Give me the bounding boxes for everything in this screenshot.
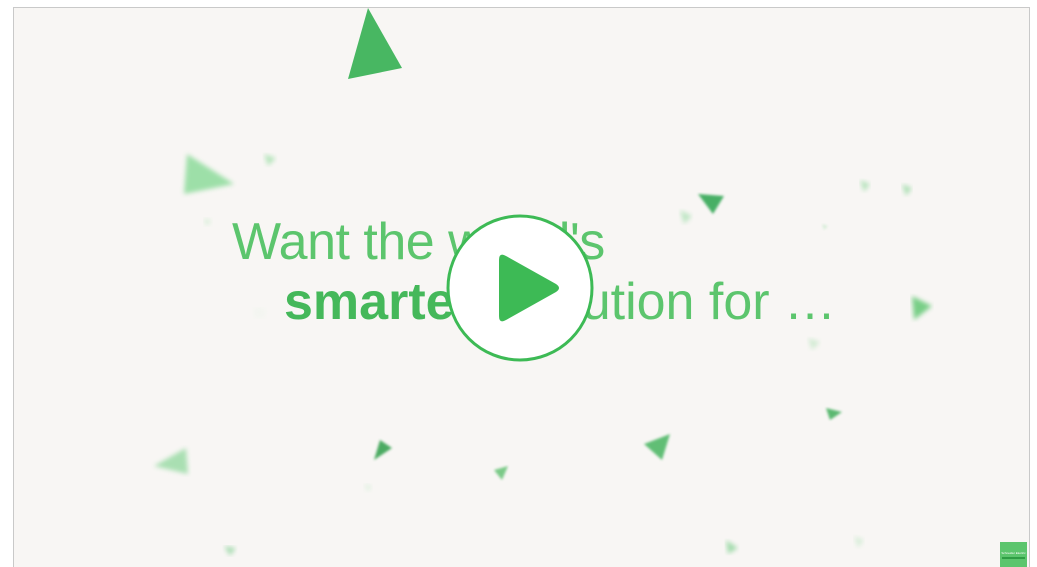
particle-triangle (184, 154, 234, 194)
particle-triangle (494, 466, 508, 480)
particle-triangle (254, 308, 266, 318)
particle-triangle (808, 338, 820, 350)
video-player[interactable]: Want the world's smartest solution for …… (13, 7, 1030, 567)
particle-triangle (698, 194, 724, 214)
particle-triangle (726, 540, 738, 554)
particle-triangle (204, 218, 212, 226)
particle-triangle (348, 8, 402, 79)
particle-triangle (374, 440, 392, 460)
particle-triangle (912, 296, 932, 320)
brand-logo-text: Schneider Electric (1001, 551, 1026, 555)
particle-triangle (854, 536, 864, 548)
play-button[interactable] (446, 214, 594, 362)
particle-triangle (224, 546, 236, 556)
particle-triangle (822, 224, 828, 230)
particle-triangle (860, 180, 870, 192)
play-icon (446, 214, 594, 362)
particle-triangle (902, 184, 912, 196)
brand-logo-bar (1002, 557, 1025, 559)
brand-logo: Schneider Electric (1000, 542, 1027, 567)
particle-triangle (826, 408, 842, 420)
particle-triangle (680, 210, 692, 224)
particle-triangle (364, 484, 372, 492)
particle-triangle (154, 448, 188, 474)
particle-triangle (644, 434, 670, 460)
particle-triangle (264, 154, 276, 166)
